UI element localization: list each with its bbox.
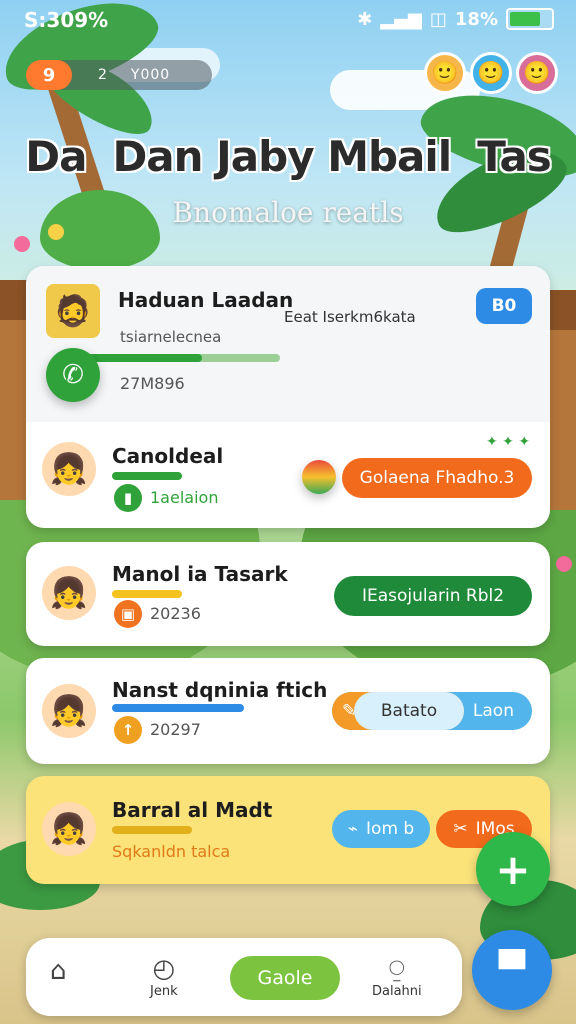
card-title: Haduan Laadan xyxy=(118,288,294,312)
card-title: Manol ia Tasark xyxy=(112,562,288,586)
battery-text: 18% xyxy=(454,8,498,30)
status-time: S:309% xyxy=(24,8,109,32)
card-value: 27M896 xyxy=(120,374,185,393)
character-avatar: 👧 xyxy=(42,802,96,856)
badge-button[interactable]: B0 xyxy=(476,288,532,324)
status-bar: S:309% ✱ ▂▄▆ ◫ 18% xyxy=(0,6,576,36)
avatar[interactable]: 🙂 xyxy=(470,52,512,94)
card-meta: Sqkanldn talca xyxy=(112,842,231,861)
avatar[interactable]: 🙂 xyxy=(424,52,466,94)
card-title: Nanst dqninia ftich xyxy=(112,678,328,702)
card-title: Canoldeal xyxy=(112,444,224,468)
add-button[interactable]: + xyxy=(476,832,550,906)
nav-home[interactable]: ⌂ xyxy=(50,956,67,986)
nav-jenk[interactable]: ◴ Jenk xyxy=(150,954,178,999)
nav-dalahni[interactable]: ⍜ Dalahni xyxy=(372,954,422,999)
battery-icon xyxy=(506,8,554,30)
card-meta: 20236 xyxy=(150,604,201,623)
timer-icon: ◴ xyxy=(152,954,176,984)
card-manol[interactable]: 👧 Manol ia Tasark ▣ 20236 IEasojularin R… xyxy=(26,542,550,646)
link-icon: ⌁ xyxy=(347,819,359,839)
browser-icon[interactable] xyxy=(302,460,336,494)
nav-center-button[interactable]: Gaole xyxy=(230,956,340,1000)
chat-icon: ▀ xyxy=(498,950,526,990)
avatar[interactable]: 🙂 xyxy=(516,52,558,94)
action-button-left[interactable]: ⌁ Iom b xyxy=(332,810,430,848)
calendar-icon: ▣ xyxy=(114,600,142,628)
page-title: Da Dan Jaby Mbail Tas xyxy=(25,132,552,181)
points-pill[interactable]: 9 2 Y000 xyxy=(26,60,212,90)
card-meta: 20297 xyxy=(150,720,201,739)
phone-icon[interactable]: ✆ xyxy=(46,348,100,402)
wifi-icon: ◫ xyxy=(429,8,447,30)
pill-count: 2 xyxy=(98,67,107,83)
progress-bar xyxy=(112,472,182,480)
sparkle-icon: ✦ ✦ ✦ xyxy=(486,434,531,450)
chat-button[interactable]: ▀ xyxy=(472,930,552,1010)
character-avatar: 👧 xyxy=(42,566,96,620)
card-subtitle: tsiarnelecnea xyxy=(120,328,222,346)
bottom-nav: ⌂ ◴ Jenk Gaole ⍜ Dalahni xyxy=(26,938,462,1016)
character-avatar: 👧 xyxy=(42,442,96,496)
home-icon: ⌂ xyxy=(50,956,67,986)
card-nanst[interactable]: 👧 Nanst dqninia ftich ↑ 20297 Laon ✎ Bat… xyxy=(26,658,550,764)
card-detail: Eeat Iserkm6kata xyxy=(284,308,416,326)
action-button-left[interactable]: Batato xyxy=(354,692,464,730)
scissors-icon: ✂ xyxy=(453,819,468,839)
action-button[interactable]: Golaena Fhadho.3 xyxy=(342,458,532,498)
character-avatar: 👧 xyxy=(42,684,96,738)
document-icon: ▮ xyxy=(114,484,142,512)
upload-icon: ↑ xyxy=(114,716,142,744)
app-logo-icon: 9 xyxy=(26,60,72,90)
pill-value: Y000 xyxy=(130,67,171,83)
signal-icon: ▂▄▆ xyxy=(380,8,422,30)
search-icon: ⍜ xyxy=(389,954,405,984)
progress-bar xyxy=(112,826,192,834)
bluetooth-icon: ✱ xyxy=(357,8,373,30)
page-subtitle: Bnomaloe reatls xyxy=(172,196,404,229)
progress-bar xyxy=(112,704,244,712)
card-haduan[interactable]: 🧔 Haduan Laadan Eeat Iserkm6kata tsiarne… xyxy=(26,266,550,528)
action-button[interactable]: IEasojularin Rbl2 xyxy=(334,576,532,616)
friend-avatars: 🙂 🙂 🙂 xyxy=(424,52,558,94)
profile-photo: 🧔 xyxy=(46,284,100,338)
card-barral[interactable]: 👧 Barral al Madt Sqkanldn talca ⌁ Iom b ✂… xyxy=(26,776,550,884)
progress-bar xyxy=(112,590,182,598)
card-title: Barral al Madt xyxy=(112,798,273,822)
card-meta: 1aelaion xyxy=(150,488,219,507)
